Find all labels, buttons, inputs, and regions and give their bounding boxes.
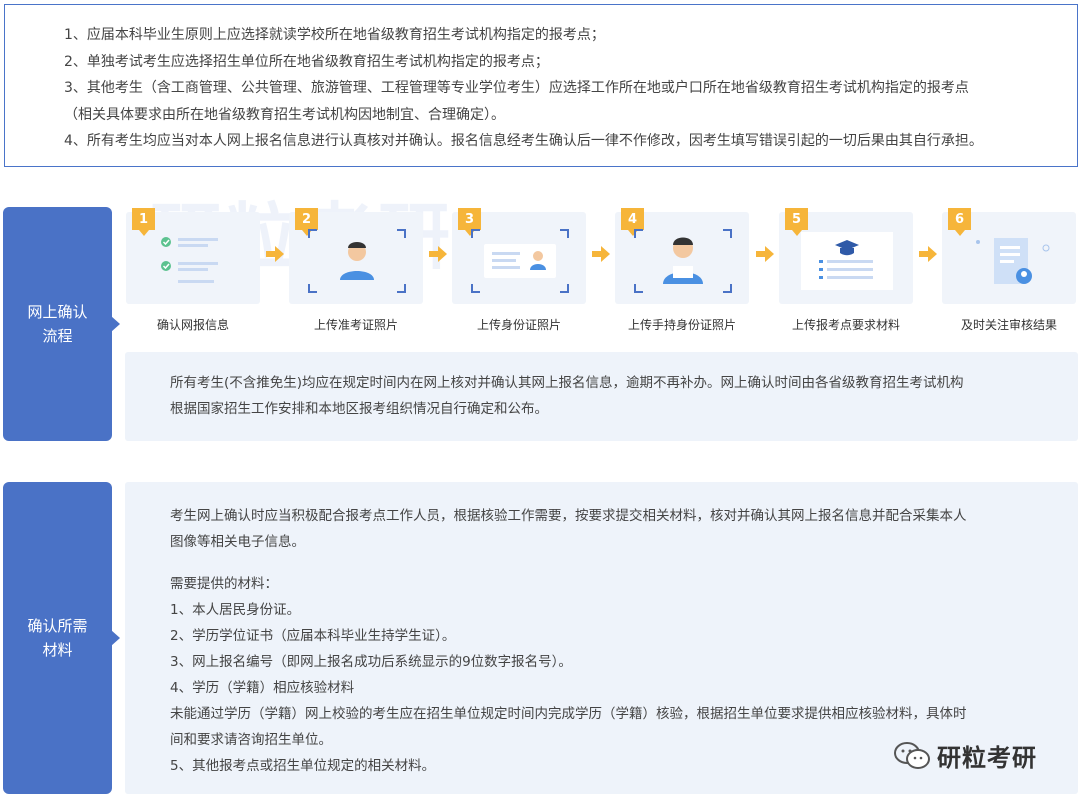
step-label-4: 上传手持身份证照片 [627,318,736,332]
step-card-1: 1 [126,208,260,304]
materials-line-8: 4、学历（学籍）相应核验材料 [170,680,355,696]
graduation-doc-icon [801,232,893,290]
materials-line-6: 2、学历学位证书（应届本科毕业生持学生证）。 [170,628,456,644]
portrait-frame-icon [308,229,406,293]
notice-line-2: 2、单独考试考生应选择招生单位所在地省级教育招生考试机构指定的报考点； [64,53,549,70]
scroll-user-icon [976,238,1050,284]
id-card-icon [471,229,569,293]
step-label-1: 确认网报信息 [156,318,229,332]
step-card-6: 6 [942,208,1076,304]
online-confirm-info-line1: 所有考生(不含推免生)均应在规定时间内在网上核对并确认其网上报名信息，逾期不再补… [170,375,964,391]
online-confirm-info-box: 所有考生(不含推免生)均应在规定时间内在网上核对并确认其网上报名信息，逾期不再补… [125,352,1078,441]
step-badge-4: 4 [621,208,644,236]
section-label-materials: 确认所需 材料 [3,482,120,794]
arrow-right-icon [266,246,284,262]
materials-line-2: 图像等相关电子信息。 [170,534,305,550]
step-badge-2: 2 [295,208,318,236]
step-card-5: 5 [779,208,913,304]
materials-line-5: 1、本人居民身份证。 [170,602,301,618]
step-label-3: 上传身份证照片 [476,318,561,332]
step-badge-1: 1 [132,208,155,236]
step-card-2: 2 [289,208,423,304]
person-holding-card-icon [634,229,732,293]
step-card-3: 3 [452,208,586,304]
section-label-online-confirm: 网上确认 流程 [3,207,120,441]
arrow-right-icon [592,246,610,262]
materials-line-4: 需要提供的材料： [170,576,278,592]
step-badge-3: 3 [458,208,481,236]
step-label-2: 上传准考证照片 [313,318,398,332]
notice-line-3: 3、其他考生（含工商管理、公共管理、旅游管理、工程管理等专业学位考生）应选择工作… [64,80,969,96]
step-label-6: 及时关注审核结果 [960,318,1057,332]
brand-watermark: 研粒考研 [893,738,1037,773]
arrow-right-icon [919,246,937,262]
section-label-line1: 确认所需 [27,617,88,635]
notice-line-4: （相关具体要求由所在地省级教育招生考试机构因地制宜、合理确定）。 [64,106,505,123]
step-badge-6: 6 [948,208,971,236]
step-label-5: 上传报考点要求材料 [791,318,900,332]
materials-line-1: 考生网上确认时应当积极配合报考点工作人员，根据核验工作需要，按要求提交相关材料，… [170,508,967,524]
arrow-right-icon [429,246,447,262]
arrow-right-icon [756,246,774,262]
materials-line-9: 未能通过学历（学籍）网上校验的考生应在招生单位规定时间内完成学历（学籍）核验，根… [170,706,967,722]
checklist-icon [161,237,218,283]
step-badge-5: 5 [785,208,808,236]
materials-line-7: 3、网上报名编号（即网上报名成功后系统显示的9位数字报名号）。 [170,654,572,670]
materials-line-3 [170,555,1078,571]
online-confirm-info-line2: 根据国家招生工作安排和本地区报考组织情况自行确定和公布。 [170,401,548,417]
notice-line-5: 4、所有考生均应当对本人网上报名信息进行认真核对并确认。报名信息经考生确认后一律… [64,133,983,149]
notice-box: 1、应届本科毕业生原则上应选择就读学校所在地省级教育招生考试机构指定的报考点； … [4,4,1078,167]
wechat-icon [894,741,930,769]
section-label-line2: 流程 [42,327,73,345]
section-label-line2: 材料 [42,641,73,659]
notice-line-1: 1、应届本科毕业生原则上应选择就读学校所在地省级教育招生考试机构指定的报考点； [64,27,605,43]
brand-name: 研粒考研 [937,744,1037,772]
step-card-4: 4 [615,208,749,304]
section-label-line1: 网上确认 [27,303,88,321]
